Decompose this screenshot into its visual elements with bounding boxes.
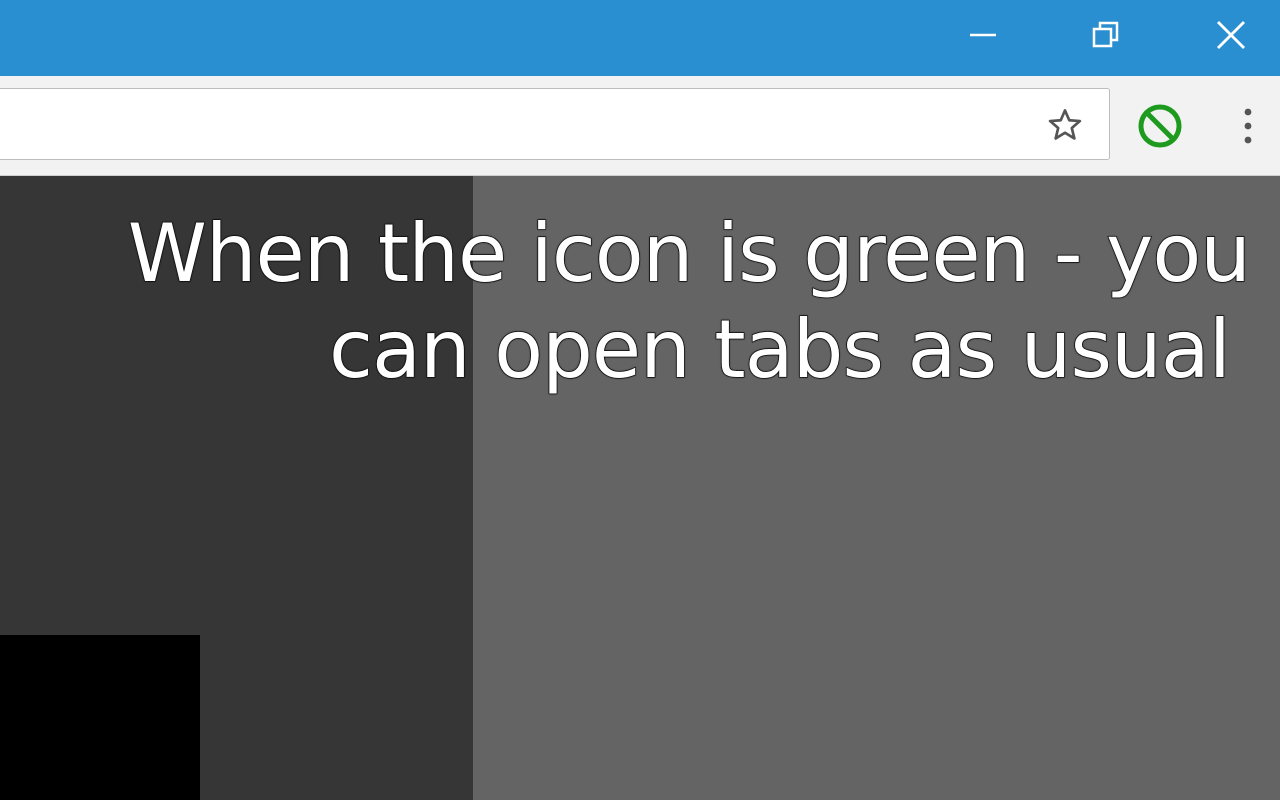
black-block	[0, 635, 200, 800]
address-input[interactable]	[11, 99, 1035, 151]
address-bar[interactable]	[0, 88, 1110, 160]
caption-text: When the icon is green - you can open ta…	[30, 206, 1252, 398]
caption-line-1: When the icon is green - you	[127, 206, 1252, 301]
blocked-icon	[1138, 104, 1182, 148]
bookmark-star-button[interactable]	[1041, 101, 1089, 149]
close-icon	[1217, 21, 1245, 49]
browser-toolbar	[0, 76, 1280, 176]
browser-menu-button[interactable]	[1226, 100, 1270, 152]
minimize-button[interactable]	[938, 0, 1028, 70]
restore-button[interactable]	[1061, 0, 1151, 70]
more-vertical-icon	[1244, 108, 1252, 144]
restore-icon	[1092, 21, 1119, 48]
caption-line-2: can open tabs as usual	[328, 302, 1231, 397]
close-button[interactable]	[1186, 0, 1276, 70]
minimize-icon	[970, 33, 996, 37]
extension-button[interactable]	[1134, 100, 1186, 152]
window-title-bar	[0, 0, 1280, 76]
page-content: When the icon is green - you can open ta…	[0, 176, 1280, 800]
star-icon	[1048, 109, 1082, 140]
